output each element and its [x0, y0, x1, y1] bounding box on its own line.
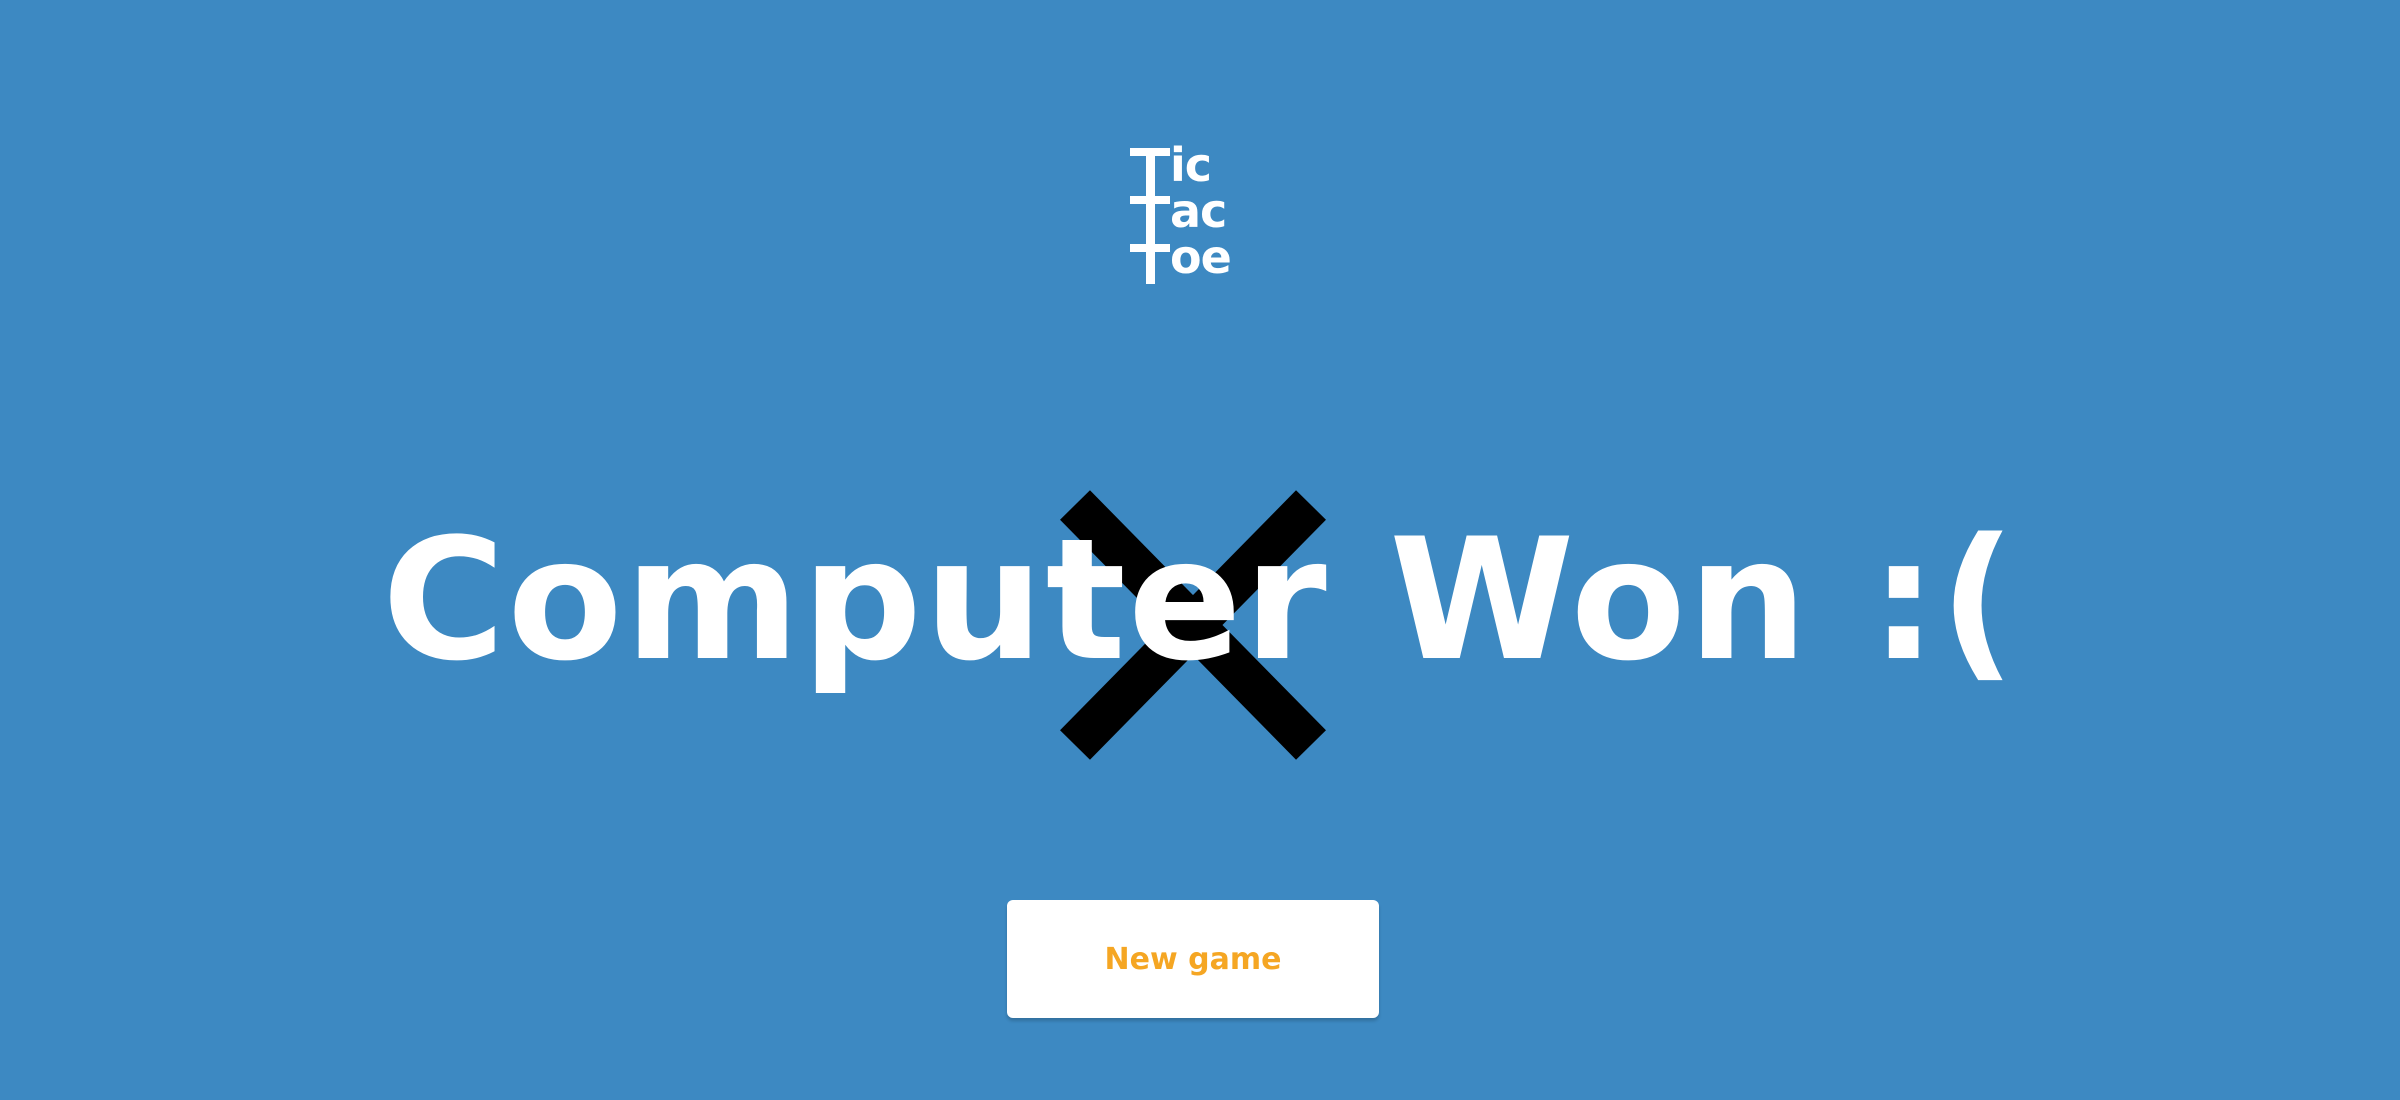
logo-t-bar: [1130, 148, 1170, 156]
new-game-button[interactable]: New game: [1007, 900, 1379, 1018]
logo-t-bar: [1130, 196, 1170, 204]
logo-t-bar: [1130, 244, 1170, 252]
result-message: Computer Won :(: [381, 502, 2018, 698]
logo-line-tac: ac: [1170, 184, 1227, 238]
logo-line-toe: oe: [1170, 230, 1232, 284]
logo-t-stem: [1146, 148, 1155, 284]
logo-line-tic: ic: [1170, 138, 1212, 192]
tic-tac-toe-logo: ic ac oe: [1130, 142, 1256, 284]
